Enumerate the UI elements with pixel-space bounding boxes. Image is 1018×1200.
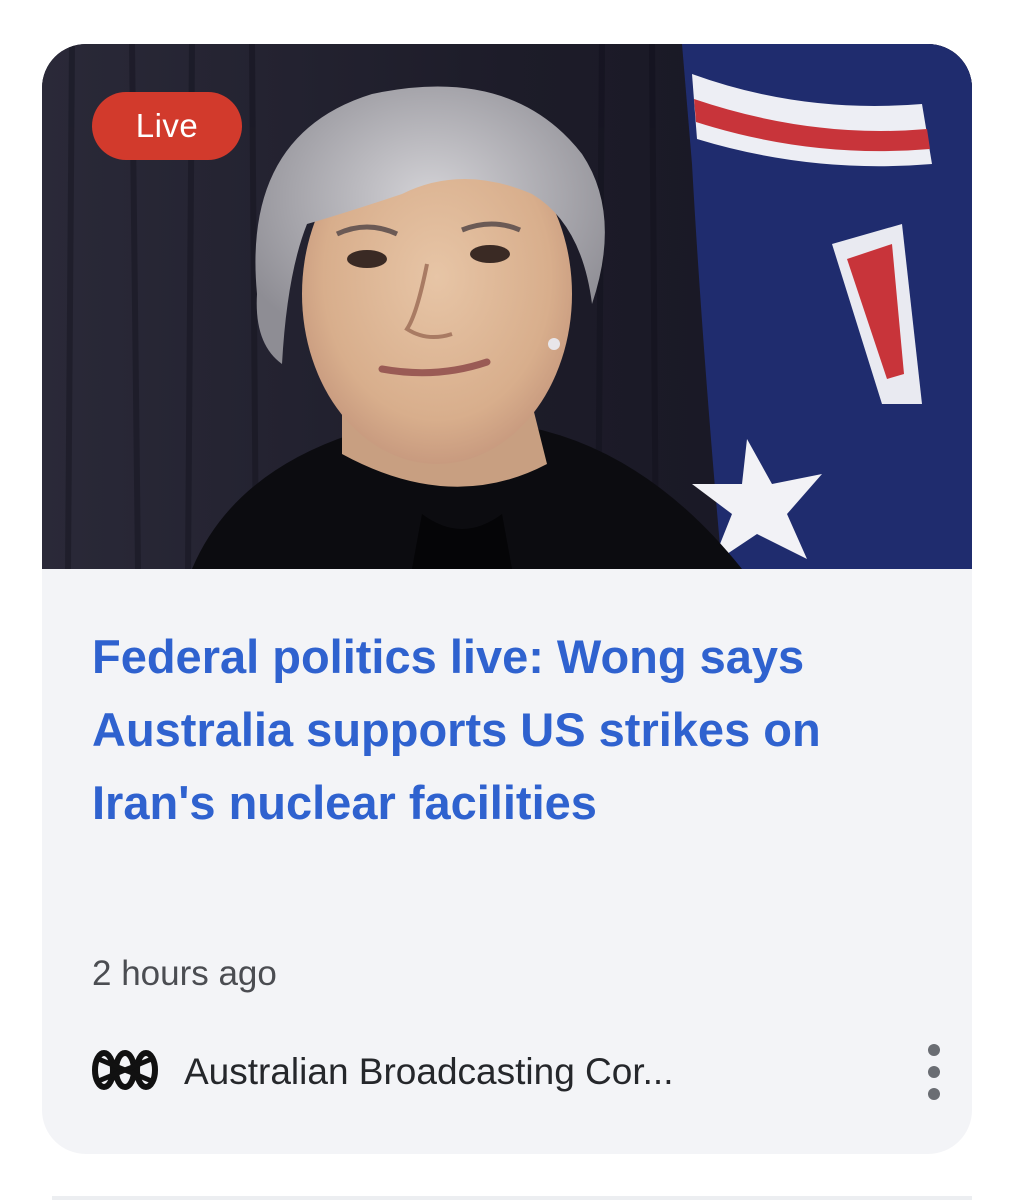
- source-name: Australian Broadcasting Cor...: [184, 1051, 674, 1092]
- more-options-button[interactable]: [914, 1040, 954, 1104]
- news-card[interactable]: Live Federal politics live: Wong says Au…: [42, 44, 972, 1154]
- live-badge: Live: [92, 92, 242, 160]
- news-card-image[interactable]: Live: [42, 44, 972, 569]
- abc-logo-icon: [92, 1050, 158, 1090]
- list-divider: [52, 1196, 972, 1200]
- article-source: Australian Broadcasting Cor...: [92, 1040, 940, 1104]
- article-timestamp: 2 hours ago: [92, 954, 277, 993]
- article-headline-link[interactable]: Federal politics live: Wong says Austral…: [92, 620, 872, 839]
